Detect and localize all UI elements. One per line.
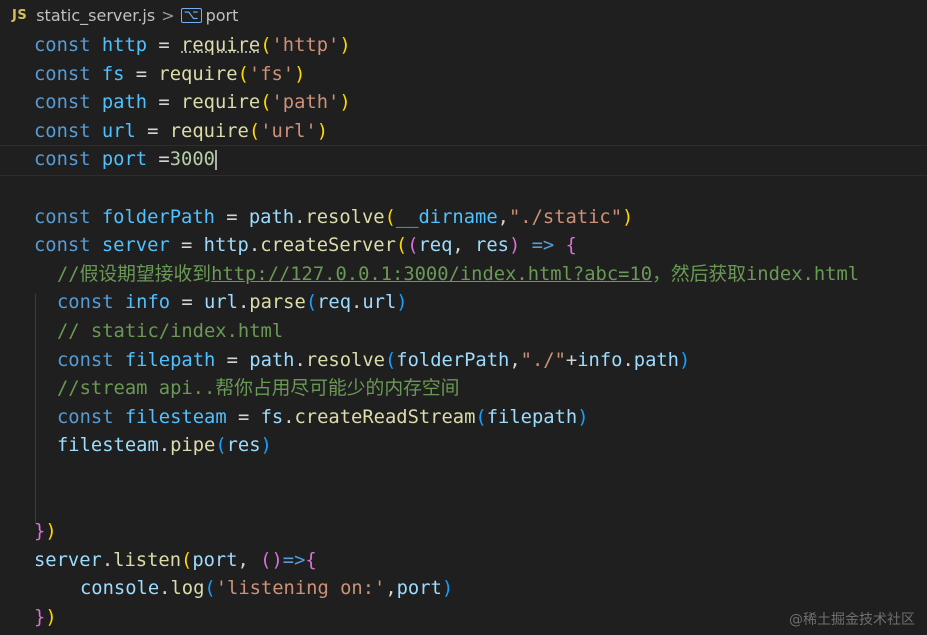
token: createServer (260, 235, 396, 257)
token: const (34, 206, 91, 228)
code-line-19[interactable]: server.listen(port, ()=>{ (0, 547, 927, 576)
token: 'http' (271, 35, 340, 56)
javascript-file-icon: JS (12, 7, 28, 23)
code-line-15[interactable]: filesteam.pipe(res) (0, 432, 927, 461)
code-line-2[interactable]: const fs = require('fs') (0, 61, 927, 90)
token: url (204, 292, 238, 314)
token: const (34, 92, 91, 114)
code-line-6[interactable] (0, 175, 927, 204)
token: log (170, 578, 205, 600)
code-line-20[interactable]: console.log('listening on:',port) (0, 575, 927, 604)
comment-link[interactable]: http://127.0.0.1:3000/index.html?abc=10 (211, 264, 652, 285)
token: const (34, 35, 91, 56)
token: const (34, 149, 91, 171)
breadcrumb-symbol[interactable]: port (206, 6, 239, 25)
code-line-12[interactable]: const filepath = path.resolve(folderPath… (0, 347, 927, 376)
code-line-13[interactable]: //stream api..帮你占用尽可能少的内存空间 (0, 375, 927, 404)
token: const (57, 406, 114, 428)
breadcrumb-separator: > (161, 5, 175, 25)
token: filepath (486, 406, 578, 428)
code-line-1[interactable]: const http = require('http') (0, 32, 927, 61)
breadcrumb-file[interactable]: static_server.js (36, 6, 155, 25)
code-line-17[interactable] (0, 490, 927, 519)
token: info (577, 349, 623, 371)
token: resolve (305, 206, 385, 228)
code-line-5[interactable]: const port =3000 (0, 145, 927, 176)
token: res (226, 435, 261, 457)
token: server (34, 549, 102, 571)
token: 'url' (260, 120, 317, 142)
text-cursor (214, 149, 217, 170)
token: 'listening on:' (215, 578, 386, 600)
token: path (633, 349, 679, 371)
token: createReadStream (294, 406, 476, 428)
token: path (248, 206, 295, 228)
token: require (158, 63, 238, 85)
code-line-8[interactable]: const server = http.createServer((req, r… (0, 232, 927, 261)
code-editor[interactable]: const http = require('http') const fs = … (0, 32, 927, 632)
code-line-16[interactable] (0, 461, 927, 490)
token: pipe (170, 435, 216, 457)
token: __dirname (395, 206, 498, 228)
token: parse (249, 292, 306, 314)
token: req (418, 235, 453, 257)
token: require (181, 35, 261, 56)
token: const (57, 349, 114, 371)
code-line-21[interactable]: }) (0, 604, 927, 633)
token: 'path' (271, 92, 340, 114)
variable-icon: ⌥ (180, 7, 202, 23)
token: const (34, 120, 91, 142)
token: http (203, 235, 249, 257)
token: resolve (305, 349, 385, 371)
token: "./static" (508, 206, 623, 228)
breadcrumb: JS static_server.js > ⌥ port (0, 0, 927, 30)
token: folderPath (396, 349, 510, 371)
token: path (249, 349, 295, 371)
token: fs (101, 63, 125, 85)
token: url (362, 292, 397, 314)
token: req (317, 292, 352, 314)
token: filesteam (124, 406, 227, 428)
token: 'fs' (248, 63, 295, 85)
token: path (101, 92, 148, 114)
code-line-11[interactable]: // static/index.html (0, 318, 927, 347)
code-line-18[interactable]: }) (0, 518, 927, 547)
code-line-3[interactable]: const path = require('path') (0, 89, 927, 118)
token: filesteam (57, 435, 159, 457)
code-line-10[interactable]: const info = url.parse(req.url) (0, 289, 927, 318)
token: port (192, 549, 238, 571)
token: const (34, 63, 91, 85)
token: console (80, 578, 160, 600)
comment: //stream api..帮你占用尽可能少的内存空间 (57, 378, 460, 400)
comment: //假设期望接收到 (57, 263, 212, 285)
token: info (124, 292, 171, 314)
token: 3000 (169, 149, 215, 171)
comment: // static/index.html (57, 320, 284, 342)
token: fs (260, 406, 284, 428)
code-line-7[interactable]: const folderPath = path.resolve(__dirnam… (0, 204, 927, 233)
comment: ，然后获取index.html (652, 263, 860, 285)
token: const (57, 292, 114, 314)
token: url (101, 120, 136, 142)
token: folderPath (101, 206, 215, 228)
token: port (101, 149, 148, 171)
watermark: @稀土掘金技术社区 (789, 612, 915, 628)
token: require (169, 120, 249, 142)
token: filepath (124, 349, 216, 371)
code-line-4[interactable]: const url = require('url') (0, 118, 927, 147)
token: listen (113, 549, 181, 571)
token: http (101, 35, 148, 56)
token: "./" (520, 349, 566, 371)
token: res (475, 235, 509, 257)
token: require (181, 92, 261, 114)
code-line-9[interactable]: //假设期望接收到http://127.0.0.1:3000/index.htm… (0, 261, 927, 290)
token: port (396, 578, 442, 600)
code-line-14[interactable]: const filesteam = fs.createReadStream(fi… (0, 404, 927, 433)
token: server (101, 235, 170, 257)
token: const (34, 235, 91, 257)
